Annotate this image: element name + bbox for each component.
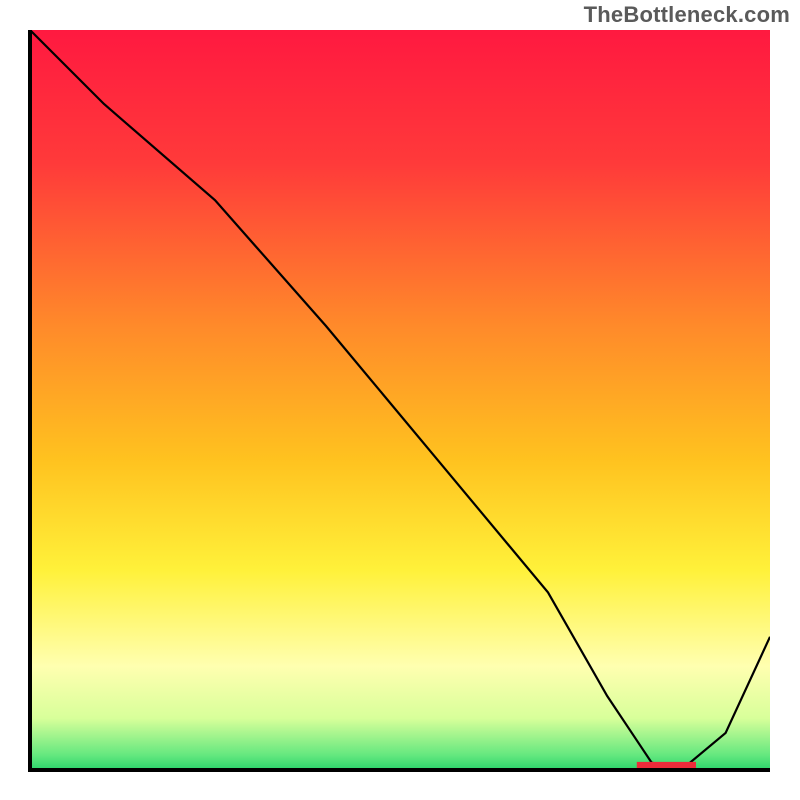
bottleneck-chart xyxy=(0,0,800,800)
chart-container: TheBottleneck.com xyxy=(0,0,800,800)
gradient-background xyxy=(30,30,770,770)
watermark-label: TheBottleneck.com xyxy=(584,2,790,28)
